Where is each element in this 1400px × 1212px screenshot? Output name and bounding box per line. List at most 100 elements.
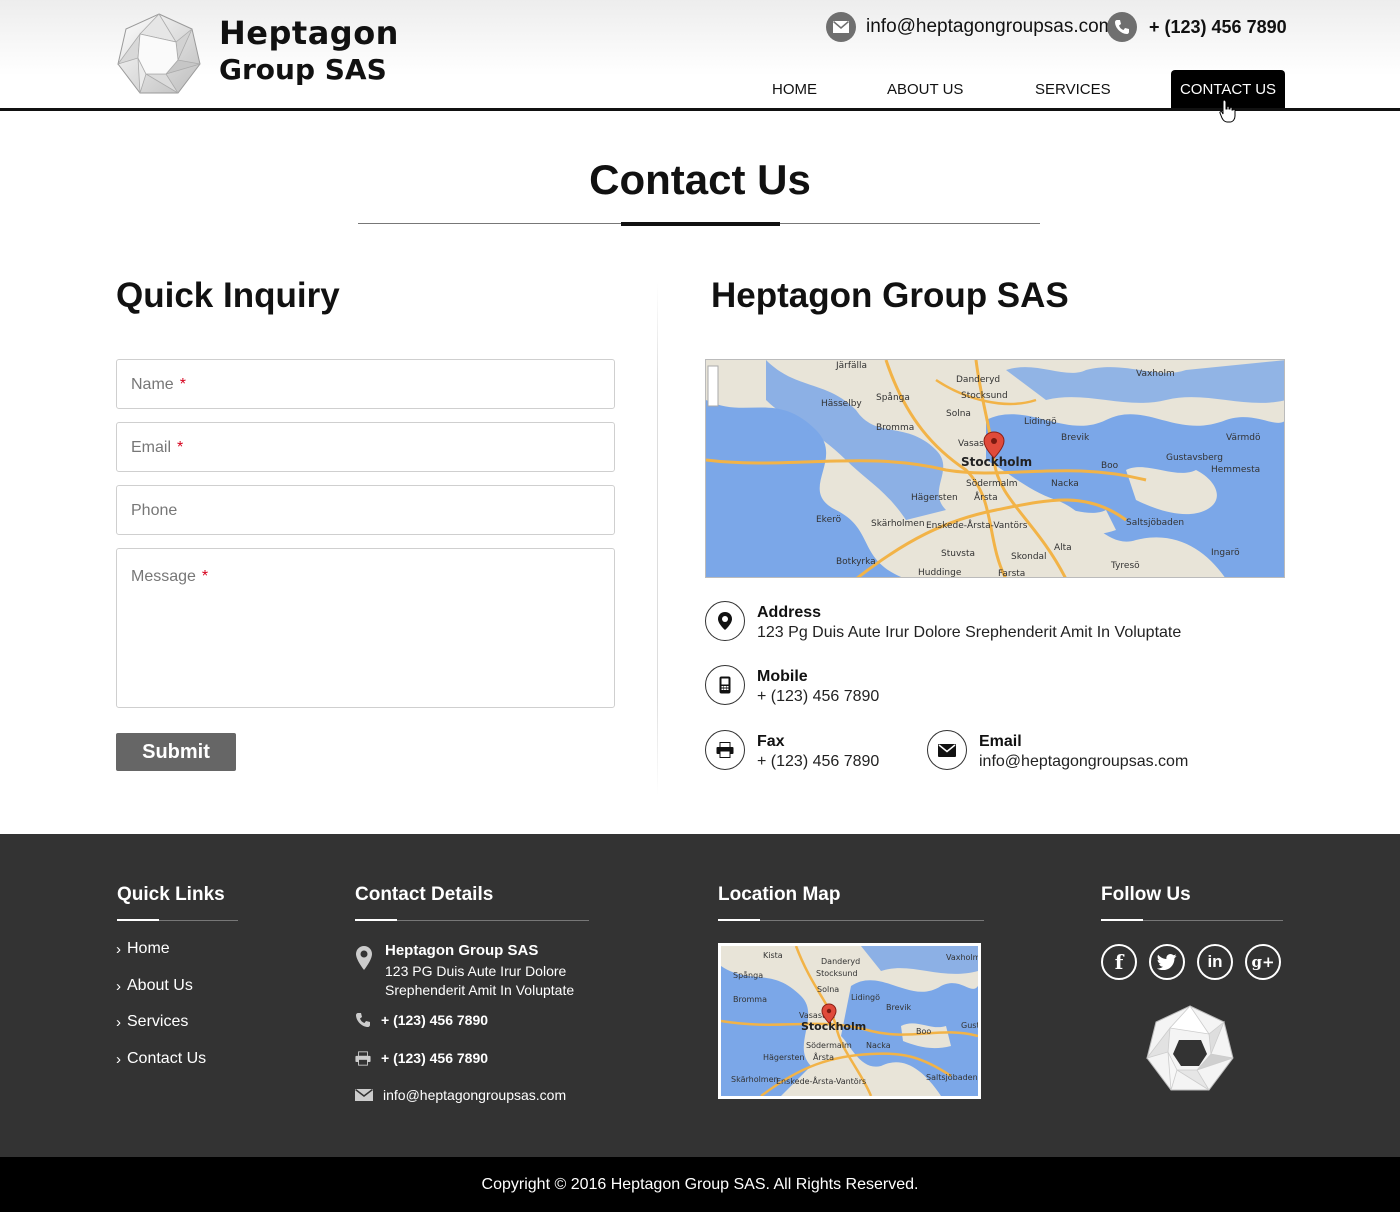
header-email[interactable]: info@heptagongroupsas.com: [826, 12, 1115, 42]
envelope-icon: [927, 730, 967, 770]
follow-us-heading: Follow Us: [1101, 884, 1191, 905]
footer-link-services[interactable]: › Services: [116, 1013, 188, 1031]
footer-link-about-us[interactable]: › About Us: [116, 977, 193, 995]
footer-link-contact-us[interactable]: › Contact Us: [116, 1050, 206, 1068]
footer-link-home[interactable]: › Home: [116, 940, 170, 958]
twitter-icon[interactable]: [1149, 944, 1185, 980]
svg-text:Stocksund: Stocksund: [961, 391, 1008, 401]
svg-text:Lidingö: Lidingö: [1024, 417, 1057, 427]
email-input[interactable]: Email *: [116, 422, 615, 472]
svg-text:Hägersten: Hägersten: [911, 493, 958, 503]
footer-phone[interactable]: + (123) 456 7890: [355, 1012, 488, 1028]
svg-text:Tyresö: Tyresö: [1110, 561, 1140, 571]
footer-fax[interactable]: + (123) 456 7890: [355, 1050, 488, 1066]
follow-us-accent: [1101, 919, 1143, 921]
header-email-text: info@heptagongroupsas.com: [866, 16, 1115, 37]
logo-text[interactable]: Heptagon Group SAS: [219, 14, 399, 88]
site-header: Heptagon Group SAS info@heptagongroupsas…: [0, 0, 1400, 111]
name-input[interactable]: Name *: [116, 359, 615, 409]
svg-text:Vaxholm: Vaxholm: [1136, 369, 1175, 379]
linkedin-icon[interactable]: in: [1197, 944, 1233, 980]
nav-about-us[interactable]: ABOUT US: [887, 70, 963, 108]
svg-text:Alta: Alta: [1054, 543, 1072, 553]
svg-text:Solna: Solna: [946, 409, 971, 419]
svg-text:Årsta: Årsta: [974, 491, 998, 503]
nav-home[interactable]: HOME: [772, 70, 817, 108]
svg-text:Boo: Boo: [1101, 461, 1119, 471]
fax-info: Fax + (123) 456 7890: [705, 730, 879, 773]
column-divider: [657, 283, 658, 795]
google-plus-icon[interactable]: g+: [1245, 944, 1281, 980]
svg-text:Södermalm: Södermalm: [806, 1041, 852, 1050]
phone-input[interactable]: Phone: [116, 485, 615, 535]
footer-company-address: 123 PG Duis Aute Irur Dolore Srephenderi…: [385, 963, 575, 998]
heptagon-logo-icon[interactable]: [116, 12, 202, 98]
fax-label: Fax: [757, 733, 785, 750]
svg-text:Enskede-Årsta-Vantörs: Enskede-Årsta-Vantörs: [926, 519, 1028, 531]
chevron-right-icon: ›: [116, 1050, 121, 1068]
svg-text:Brevik: Brevik: [1061, 433, 1090, 443]
svg-text:Enskede-Årsta-Vantörs: Enskede-Årsta-Vantörs: [776, 1075, 866, 1086]
phone-placeholder: Phone: [131, 502, 178, 519]
location-map[interactable]: Järfälla Danderyd Vaxholm Hässelby Spång…: [705, 359, 1285, 578]
phone-icon: [1107, 12, 1137, 42]
svg-text:Stockholm: Stockholm: [961, 455, 1032, 469]
footer-phone-text: + (123) 456 7890: [381, 1012, 489, 1028]
contact-details-heading: Contact Details: [355, 884, 494, 905]
heptagon-logo-icon: [1145, 1005, 1234, 1091]
message-textarea[interactable]: Message *: [116, 548, 615, 708]
svg-text:Stockholm: Stockholm: [801, 1020, 866, 1033]
svg-text:Gust: Gust: [961, 1021, 978, 1030]
svg-text:Gustavsberg: Gustavsberg: [1166, 453, 1223, 463]
nav-services[interactable]: SERVICES: [1035, 70, 1111, 108]
envelope-icon: [826, 12, 856, 42]
svg-text:Skärholmen: Skärholmen: [871, 519, 925, 529]
map-marker-icon: [705, 601, 745, 641]
svg-text:Värmdö: Värmdö: [1226, 433, 1261, 443]
svg-text:Skondal: Skondal: [1011, 552, 1047, 562]
logo-line-2: Group SAS: [219, 53, 387, 86]
chevron-right-icon: ›: [116, 977, 121, 995]
svg-text:Danderyd: Danderyd: [821, 957, 860, 966]
header-phone[interactable]: + (123) 456 7890: [1107, 12, 1287, 42]
message-placeholder: Message *: [131, 568, 209, 585]
svg-text:Nacka: Nacka: [1051, 479, 1079, 489]
svg-text:Saltsjöbaden: Saltsjöbaden: [926, 1073, 978, 1082]
header-phone-text: + (123) 456 7890: [1149, 16, 1287, 37]
submit-button[interactable]: Submit: [116, 733, 236, 771]
company-heading: Heptagon Group SAS: [711, 276, 1069, 315]
envelope-icon: [355, 1089, 373, 1101]
svg-text:Lidingö: Lidingö: [851, 993, 880, 1002]
svg-text:Bromma: Bromma: [733, 995, 767, 1004]
svg-text:Stocksund: Stocksund: [816, 969, 858, 978]
svg-text:Kista: Kista: [763, 951, 783, 960]
required-mark: *: [177, 439, 184, 456]
chevron-right-icon: ›: [116, 940, 121, 958]
svg-text:Södermalm: Södermalm: [966, 479, 1018, 489]
fax-value: + (123) 456 7890: [757, 753, 880, 770]
svg-text:Saltsjöbaden: Saltsjöbaden: [1126, 518, 1184, 528]
footer-location-map[interactable]: Kista Danderyd Vaxholm Spånga Stocksund …: [718, 943, 981, 1099]
svg-text:Danderyd: Danderyd: [956, 375, 1000, 385]
svg-text:Nacka: Nacka: [866, 1041, 891, 1050]
footer-fax-text: + (123) 456 7890: [381, 1050, 489, 1066]
location-map-heading: Location Map: [718, 884, 841, 905]
quick-inquiry-heading: Quick Inquiry: [116, 276, 340, 315]
svg-text:Stuvsta: Stuvsta: [941, 549, 975, 559]
printer-icon: [355, 1050, 371, 1066]
facebook-icon[interactable]: f: [1101, 944, 1137, 980]
mobile-phone-icon: [705, 665, 745, 705]
mobile-value: + (123) 456 7890: [757, 688, 880, 705]
footer-email[interactable]: info@heptagongroupsas.com: [355, 1087, 566, 1103]
email-placeholder: Email *: [131, 439, 184, 456]
email-value[interactable]: info@heptagongroupsas.com: [979, 751, 1188, 773]
footer-company-name: Heptagon Group SAS: [385, 942, 539, 959]
svg-text:Hemmesta: Hemmesta: [1211, 465, 1260, 475]
svg-text:Järfälla: Järfälla: [835, 361, 867, 371]
svg-text:Årsta: Årsta: [813, 1051, 834, 1062]
svg-text:Spånga: Spånga: [876, 392, 910, 403]
svg-text:Farsta: Farsta: [998, 569, 1025, 578]
contact-details-accent: [355, 919, 397, 921]
quick-links-heading: Quick Links: [117, 884, 225, 905]
site-footer: Quick Links › Home › About Us › Services › C…: [0, 834, 1400, 1157]
